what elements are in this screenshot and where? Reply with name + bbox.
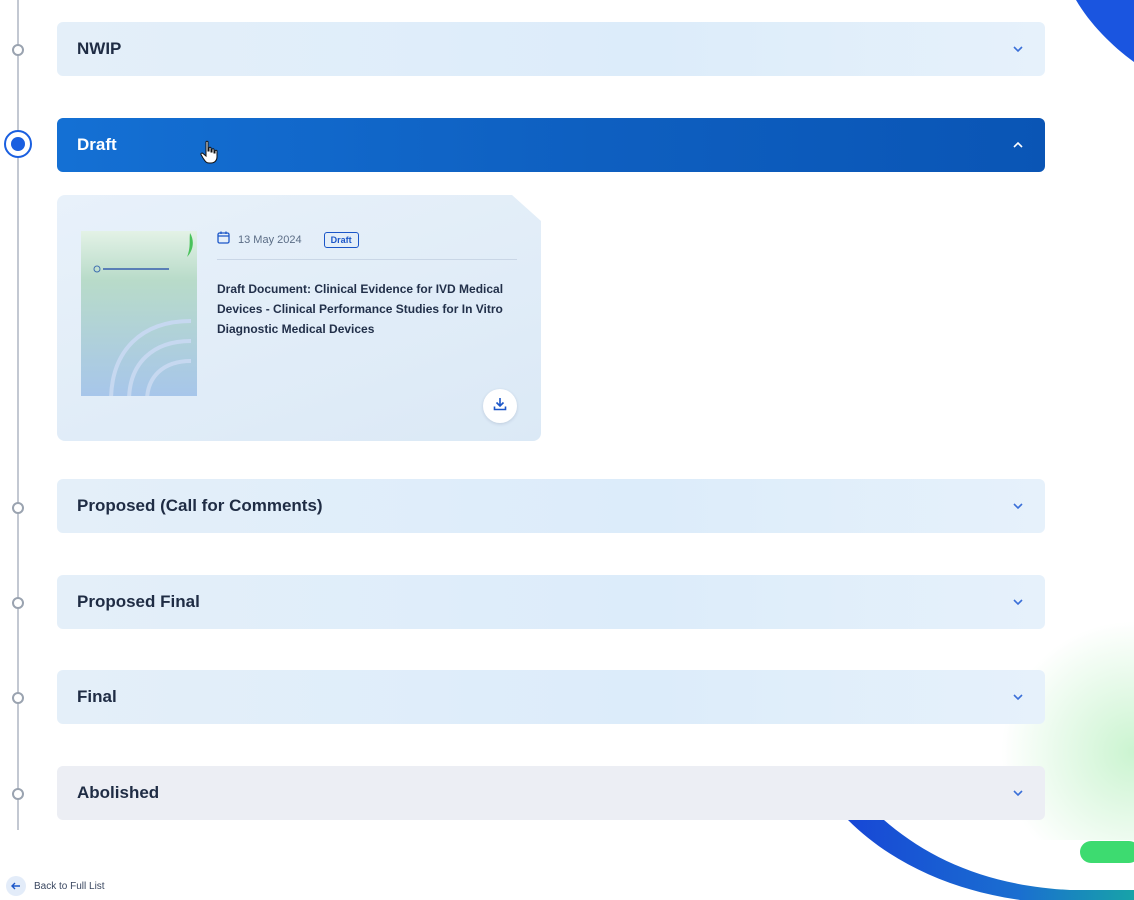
- decorative-swoosh-top: [1060, 0, 1134, 62]
- chevron-up-icon: [1011, 138, 1025, 152]
- timeline-node-proposed-final: [12, 597, 24, 609]
- document-card[interactable]: 13 May 2024 Draft Draft Document: Clinic…: [57, 195, 541, 441]
- timeline-node-final: [12, 692, 24, 704]
- chevron-down-icon: [1011, 690, 1025, 704]
- stage-label: Proposed (Call for Comments): [77, 496, 323, 515]
- chevron-down-icon: [1011, 499, 1025, 513]
- leaf-icon: [187, 233, 193, 257]
- stage-proposed-final-header[interactable]: Proposed Final: [57, 575, 1045, 629]
- chevron-down-icon: [1011, 595, 1025, 609]
- back-to-full-list-link[interactable]: Back to Full List: [6, 876, 105, 896]
- stage-label: Abolished: [77, 783, 160, 802]
- calendar-icon: [217, 231, 230, 249]
- stage-final-header[interactable]: Final: [57, 670, 1045, 724]
- document-meta: 13 May 2024 Draft: [217, 231, 517, 260]
- status-badge: Draft: [323, 232, 359, 248]
- stage-label: NWIP: [77, 39, 122, 58]
- stage-nwip-header[interactable]: NWIP: [57, 22, 1045, 76]
- hand-cursor-icon: [200, 140, 218, 164]
- timeline-node-proposed: [12, 502, 24, 514]
- thumbnail-arcs: [109, 319, 192, 396]
- document-date: 13 May 2024: [238, 234, 302, 246]
- document-thumbnail: [81, 231, 197, 396]
- decorative-green-pill: [1080, 841, 1134, 863]
- back-link-label: Back to Full List: [34, 880, 105, 892]
- chevron-down-icon: [1011, 42, 1025, 56]
- timeline-line: [17, 0, 19, 830]
- stage-label: Draft: [77, 135, 117, 154]
- stage-proposed-header[interactable]: Proposed (Call for Comments): [57, 479, 1045, 533]
- stage-label: Final: [77, 687, 117, 706]
- timeline-node-nwip: [12, 44, 24, 56]
- download-button[interactable]: [483, 389, 517, 423]
- document-title[interactable]: Draft Document: Clinical Evidence for IV…: [217, 279, 525, 339]
- timeline-node-abolished: [12, 788, 24, 800]
- download-icon: [492, 396, 508, 417]
- publisher-logo: [93, 265, 169, 273]
- stage-abolished-header[interactable]: Abolished: [57, 766, 1045, 820]
- timeline-node-draft-active: [4, 130, 32, 158]
- arrow-left-icon: [6, 876, 26, 896]
- chevron-down-icon: [1011, 786, 1025, 800]
- stage-label: Proposed Final: [77, 592, 200, 611]
